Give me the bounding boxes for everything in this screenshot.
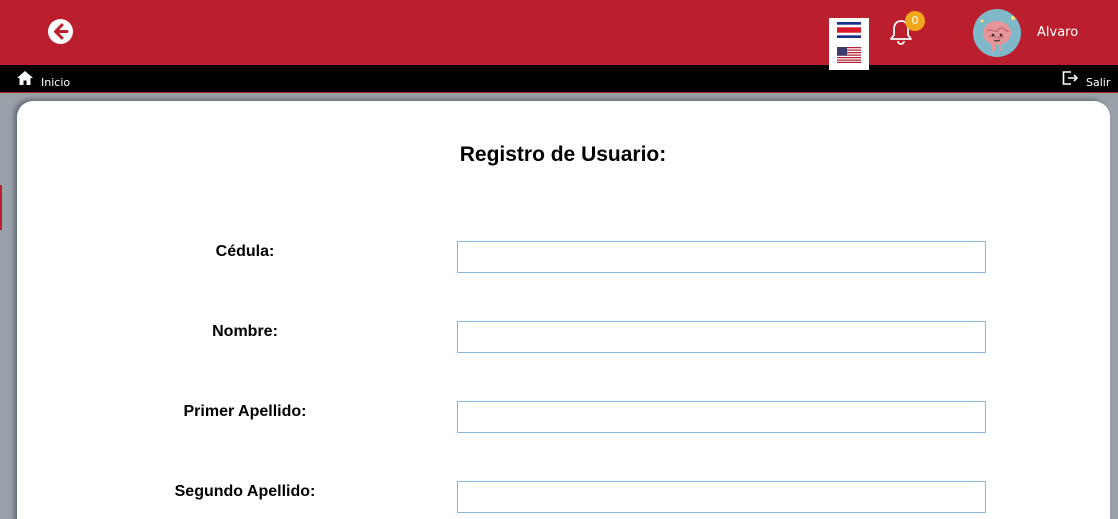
back-button[interactable] <box>48 19 73 44</box>
segundo-apellido-input[interactable] <box>457 481 986 513</box>
segundo-apellido-label: Segundo Apellido: <box>174 483 316 500</box>
nav-bar: Inicio Salir <box>0 65 1118 93</box>
app-header: 0 Alvaro <box>0 0 1118 70</box>
notification-badge: 0 <box>905 11 925 31</box>
username[interactable]: Alvaro <box>1037 25 1078 40</box>
cedula-label: Cédula: <box>215 243 275 260</box>
brain-avatar-icon <box>980 16 1015 51</box>
logout-label: Salir <box>1086 76 1111 89</box>
primer-apellido-input[interactable] <box>457 401 986 433</box>
home-label: Inicio <box>41 76 71 89</box>
logout-icon <box>1062 71 1079 85</box>
language-selector <box>829 18 869 70</box>
home-icon <box>17 71 33 85</box>
primer-apellido-label: Primer Apellido: <box>183 403 307 420</box>
avatar[interactable] <box>973 9 1021 57</box>
costa-rica-flag-icon[interactable] <box>837 22 861 38</box>
us-flag-icon[interactable] <box>837 47 861 63</box>
nombre-input[interactable] <box>457 321 986 353</box>
page-title: Registro de Usuario: <box>459 143 667 166</box>
nombre-label: Nombre: <box>212 323 278 340</box>
cedula-input[interactable] <box>457 241 986 273</box>
side-accent <box>0 185 2 230</box>
logout-link[interactable]: Salir <box>1061 68 1113 90</box>
arrow-left-icon <box>54 23 69 40</box>
